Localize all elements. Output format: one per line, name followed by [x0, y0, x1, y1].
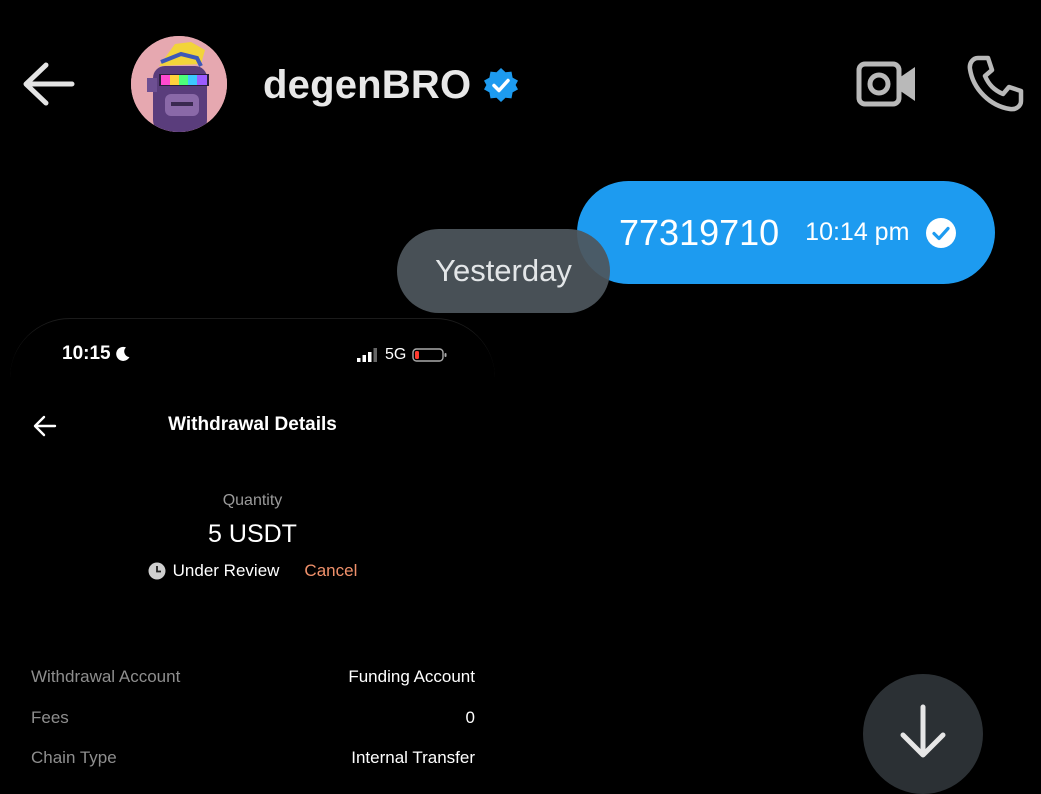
detail-row: Withdrawal Account Funding Account	[31, 667, 475, 687]
video-camera-icon	[856, 61, 915, 107]
detail-key: Withdrawal Account	[31, 667, 181, 686]
detail-value: Internal Transfer	[351, 748, 475, 767]
read-check-icon	[925, 217, 957, 249]
moon-icon	[115, 346, 130, 361]
detail-key: Chain Type	[31, 748, 117, 767]
detail-value: Funding Account	[348, 667, 475, 686]
message-time: 10:14 pm	[805, 218, 910, 246]
detail-key: Fees	[31, 708, 69, 727]
arrow-down-icon	[900, 704, 946, 758]
avatar[interactable]	[131, 36, 227, 132]
date-separator: Yesterday	[397, 229, 610, 313]
video-call-button[interactable]	[854, 56, 920, 112]
cancel-withdrawal-link[interactable]: Cancel	[304, 561, 357, 581]
avatar-image	[131, 36, 227, 132]
network-type: 5G	[385, 346, 407, 363]
detail-value: 0	[465, 708, 475, 727]
phone-icon	[967, 55, 1024, 112]
shared-screenshot-image[interactable]: 10:15 5G Withdrawal Details Quantity 5 U…	[10, 318, 495, 779]
scroll-to-bottom-button[interactable]	[863, 674, 983, 794]
signal-icon	[357, 348, 377, 362]
verified-badge-icon	[484, 68, 519, 102]
withdrawal-status: Under Review	[172, 561, 280, 580]
contact-name[interactable]: degenBRO	[263, 63, 471, 108]
back-button[interactable]	[18, 56, 78, 112]
quantity-value: 5 USDT	[208, 520, 297, 548]
voice-call-button[interactable]	[962, 50, 1028, 116]
detail-row: Chain Type Internal Transfer	[31, 748, 475, 768]
message-text: 77319710	[619, 211, 780, 253]
sent-message-bubble[interactable]: 77319710 10:14 pm	[577, 181, 995, 284]
status-bar-time: 10:15	[62, 343, 111, 364]
withdrawal-status-row: Under Review Cancel	[10, 561, 495, 581]
quantity-label: Quantity	[222, 492, 283, 509]
detail-row: Fees 0	[31, 708, 475, 728]
battery-low-icon	[412, 348, 447, 362]
arrow-left-icon	[23, 62, 75, 106]
withdrawal-title: Withdrawal Details	[168, 414, 337, 435]
clock-icon	[148, 562, 166, 580]
